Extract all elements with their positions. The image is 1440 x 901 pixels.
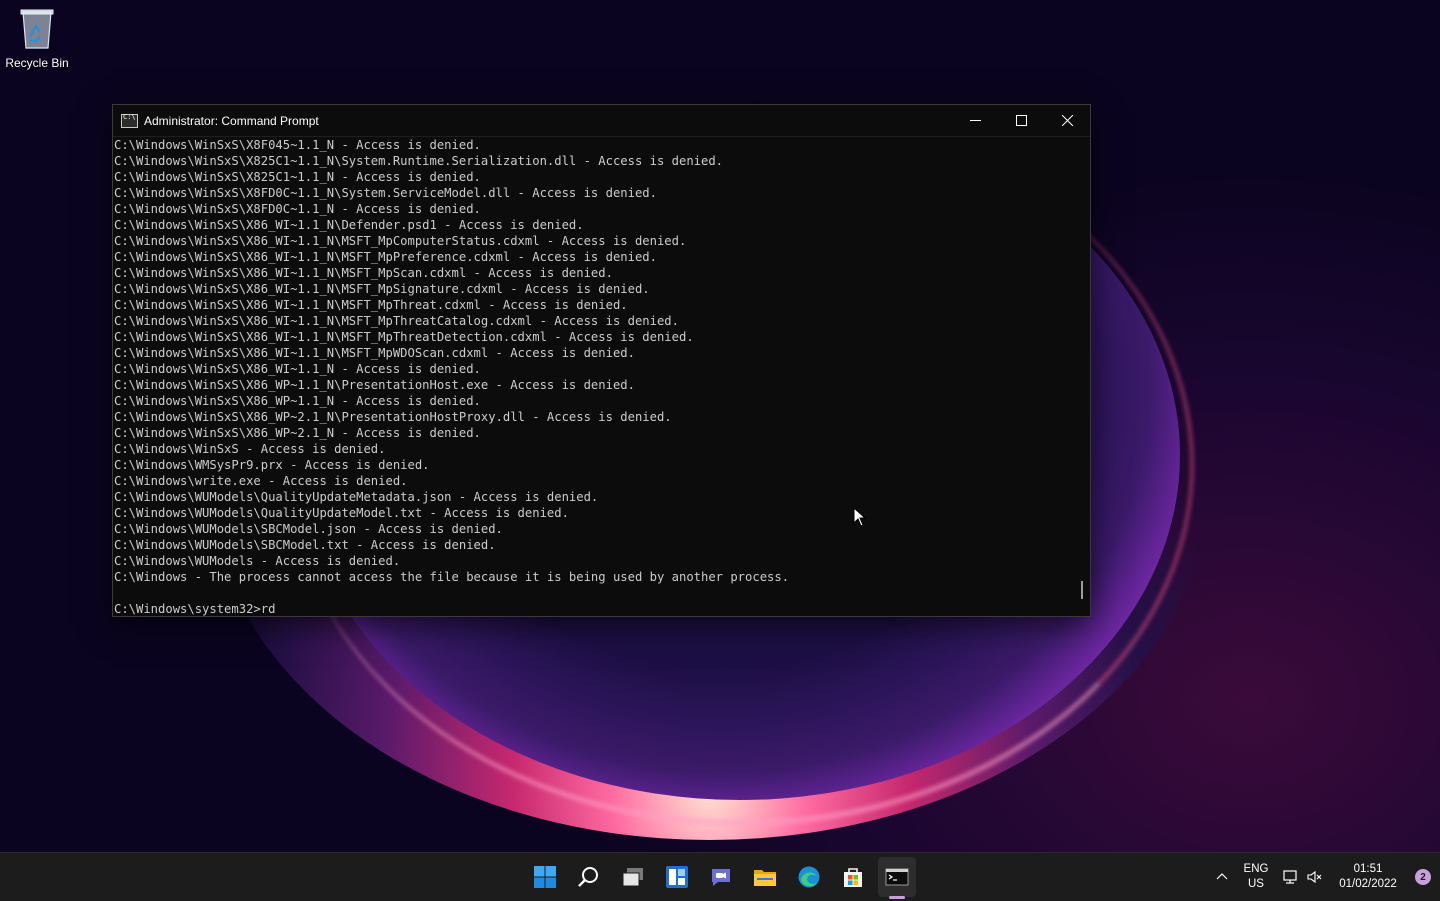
terminal-button[interactable] <box>881 861 913 893</box>
minimize-button[interactable] <box>952 105 998 136</box>
search-icon <box>578 867 598 887</box>
console-line: C:\Windows\WinSxS\X86_WI~1.1_N - Access … <box>114 362 481 376</box>
console-line: C:\Windows\WinSxS\X825C1~1.1_N\System.Ru… <box>114 154 724 168</box>
console-line: C:\Windows\WinSxS\X86_WI~1.1_N\MSFT_MpSc… <box>114 266 613 280</box>
edge-button[interactable] <box>793 861 825 893</box>
language-code: ENG <box>1243 863 1269 875</box>
console-line: C:\Windows\WUModels\SBCModel.json - Acce… <box>114 522 503 536</box>
console-line: C:\Windows\WUModels\QualityUpdateMetadat… <box>114 490 599 504</box>
console-scrollbar[interactable] <box>1081 581 1083 599</box>
console-line: C:\Windows\WinSxS\X86_WP~2.1_N - Access … <box>114 426 481 440</box>
recycle-bin-shortcut[interactable]: Recycle Bin <box>0 6 74 70</box>
window-titlebar[interactable]: Administrator: Command Prompt <box>113 105 1090 137</box>
edge-icon <box>798 866 820 888</box>
system-tray: ENG US 01:51 01/02/2022 2 <box>1180 853 1440 901</box>
search-button[interactable] <box>573 861 605 893</box>
window-title: Administrator: Command Prompt <box>144 113 319 128</box>
console-line: C:\Windows - The process cannot access t… <box>114 570 790 584</box>
keyboard-region: US <box>1248 878 1264 890</box>
network-icon <box>1283 870 1297 884</box>
store-button[interactable] <box>837 861 869 893</box>
file-explorer-button[interactable] <box>749 861 781 893</box>
terminal-icon <box>885 868 909 886</box>
console-line: C:\Windows\WinSxS\X86_WI~1.1_N\Defender.… <box>114 218 584 232</box>
console-line: C:\Windows\WinSxS\X86_WP~1.1_N\Presentat… <box>114 378 635 392</box>
volume-button[interactable] <box>1302 853 1326 901</box>
chevron-up-icon <box>1216 873 1228 880</box>
console-line: C:\Windows\WUModels\SBCModel.txt - Acces… <box>114 538 496 552</box>
minimize-icon <box>969 120 981 121</box>
console-line: C:\Windows\WUModels\QualityUpdateModel.t… <box>114 506 569 520</box>
console-line: C:\Windows\WinSxS\X8FD0C~1.1_N\System.Se… <box>114 186 657 200</box>
console-output[interactable]: C:\Windows\WinSxS\X8F045~1.1_N - Access … <box>113 137 1080 616</box>
recycle-bin-icon <box>17 6 57 50</box>
console-line: C:\Windows\WinSxS - Access is denied. <box>114 442 386 456</box>
close-icon <box>1061 115 1073 126</box>
mouse-cursor-icon <box>853 507 867 527</box>
volume-muted-icon <box>1307 870 1322 884</box>
console-line: C:\Windows\WinSxS\X86_WP~2.1_N\Presentat… <box>114 410 672 424</box>
console-line: C:\Windows\WinSxS\X86_WI~1.1_N\MSFT_MpWD… <box>114 346 635 360</box>
recycle-bin-label: Recycle Bin <box>5 56 69 70</box>
console-line: C:\Windows\WinSxS\X86_WI~1.1_N\MSFT_MpTh… <box>114 298 628 312</box>
widgets-icon <box>666 866 688 888</box>
show-hidden-icons-button[interactable] <box>1208 853 1236 901</box>
chat-icon <box>712 869 730 886</box>
notification-badge: 2 <box>1415 869 1431 885</box>
console-line: C:\Windows\WinSxS\X86_WI~1.1_N\MSFT_MpPr… <box>114 250 657 264</box>
cmd-icon <box>121 113 138 128</box>
clock-date: 01/02/2022 <box>1339 878 1397 890</box>
task-view-button[interactable] <box>617 861 649 893</box>
input-language-button[interactable]: ENG US <box>1238 853 1274 901</box>
clock-button[interactable]: 01:51 01/02/2022 <box>1330 853 1406 901</box>
start-icon <box>534 866 556 888</box>
console-line: C:\Windows\WinSxS\X86_WP~1.1_N - Access … <box>114 394 481 408</box>
file-explorer-icon <box>754 870 776 886</box>
command-prompt-window[interactable]: Administrator: Command Prompt C:\Windows… <box>112 104 1091 617</box>
console-line: C:\Windows\WUModels - Access is denied. <box>114 554 401 568</box>
console-line: C:\Windows\system32>rd <box>114 602 276 616</box>
widgets-button[interactable] <box>661 861 693 893</box>
close-button[interactable] <box>1044 105 1090 136</box>
console-line: C:\Windows\WinSxS\X825C1~1.1_N - Access … <box>114 170 481 184</box>
chat-button[interactable] <box>705 861 737 893</box>
console-line: C:\Windows\WinSxS\X86_WI~1.1_N\MSFT_MpTh… <box>114 330 694 344</box>
console-line: C:\Windows\WinSxS\X8F045~1.1_N - Access … <box>114 138 481 152</box>
console-line: C:\Windows\WinSxS\X8FD0C~1.1_N - Access … <box>114 202 481 216</box>
notification-center-button[interactable]: 2 <box>1412 853 1434 901</box>
console-line: C:\Windows\WinSxS\X86_WI~1.1_N\MSFT_MpSi… <box>114 282 650 296</box>
console-line: C:\Windows\WinSxS\X86_WI~1.1_N\MSFT_MpCo… <box>114 234 687 248</box>
clock-time: 01:51 <box>1353 863 1383 875</box>
store-icon <box>844 868 862 887</box>
taskbar: ENG US 01:51 01/02/2022 2 <box>0 852 1440 901</box>
maximize-button[interactable] <box>998 105 1044 136</box>
active-app-indicator <box>889 896 905 899</box>
task-view-icon <box>622 868 643 887</box>
console-line: C:\Windows\WinSxS\X86_WI~1.1_N\MSFT_MpTh… <box>114 314 679 328</box>
console-line: C:\Windows\WMSysPr9.prx - Access is deni… <box>114 458 430 472</box>
console-line: C:\Windows\write.exe - Access is denied. <box>114 474 408 488</box>
network-button[interactable] <box>1278 853 1302 901</box>
maximize-icon <box>1015 115 1027 126</box>
start-button[interactable] <box>529 861 561 893</box>
